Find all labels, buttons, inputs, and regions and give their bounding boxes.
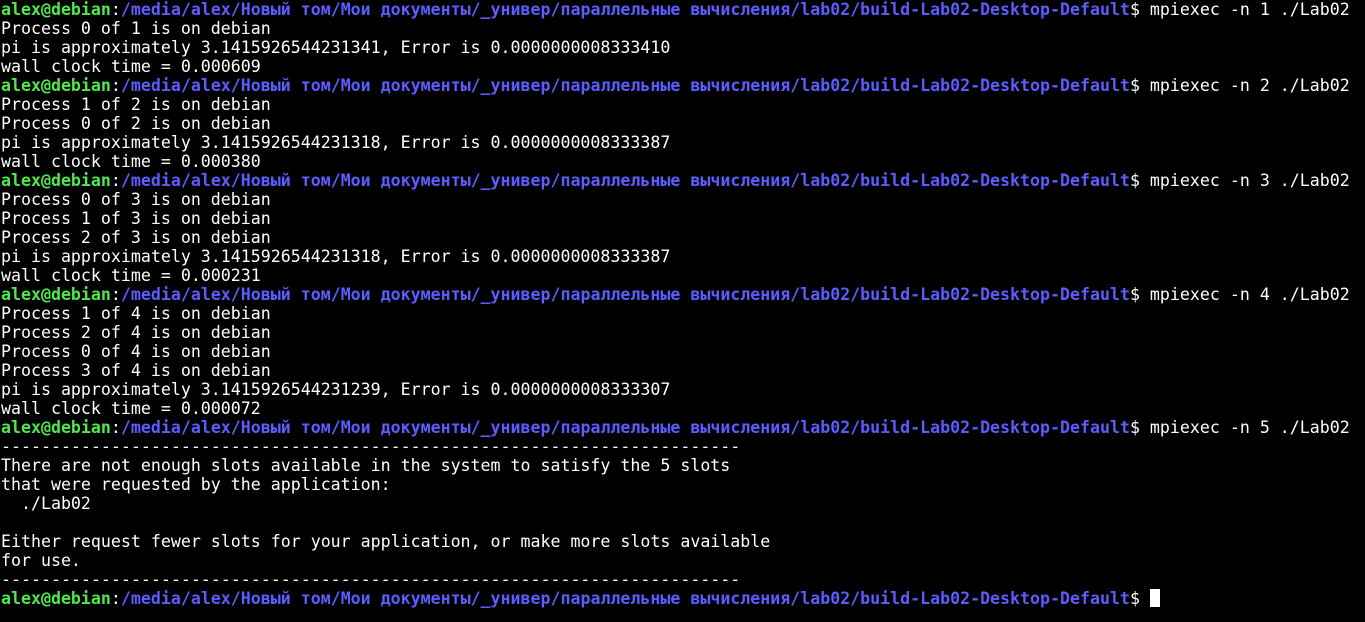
prompt-user-host: alex@debian	[1, 285, 111, 304]
output-line: ./Lab02	[1, 494, 1365, 513]
output-text: There are not enough slots available in …	[1, 456, 731, 475]
output-text: wall clock time = 0.000231	[1, 266, 261, 285]
output-line: Process 1 of 2 is on debian	[1, 95, 1365, 114]
output-text: wall clock time = 0.000380	[1, 152, 261, 171]
terminal-output[interactable]: alex@debian:/media/alex/Новый том/Мои до…	[1, 0, 1365, 622]
prompt-path: /media/alex/Новый том/Мои документы/_уни…	[120, 285, 1130, 304]
command-text: mpiexec -n 5 ./Lab02	[1149, 418, 1350, 437]
output-line: Process 2 of 3 is on debian	[1, 228, 1365, 247]
prompt-symbol: $	[1129, 0, 1150, 19]
prompt-user-host: alex@debian	[1, 171, 111, 190]
output-line: There are not enough slots available in …	[1, 456, 1365, 475]
output-text: Process 0 of 1 is on debian	[1, 19, 271, 38]
prompt-path: /media/alex/Новый том/Мои документы/_уни…	[120, 171, 1130, 190]
prompt-symbol: $	[1129, 285, 1150, 304]
output-text: that were requested by the application:	[1, 475, 391, 494]
output-line: Process 0 of 1 is on debian	[1, 19, 1365, 38]
output-text: Process 0 of 4 is on debian	[1, 342, 271, 361]
command-text: mpiexec -n 4 ./Lab02	[1149, 285, 1350, 304]
output-text: pi is approximately 3.1415926544231318, …	[1, 247, 671, 266]
output-line: pi is approximately 3.1415926544231318, …	[1, 247, 1365, 266]
output-text: Process 1 of 2 is on debian	[1, 95, 271, 114]
output-line: Process 1 of 3 is on debian	[1, 209, 1365, 228]
output-line: Process 2 of 4 is on debian	[1, 323, 1365, 342]
prompt-line: alex@debian:/media/alex/Новый том/Мои до…	[1, 0, 1365, 19]
output-text: Process 2 of 4 is on debian	[1, 323, 271, 342]
prompt-symbol: $	[1129, 171, 1150, 190]
prompt-path: /media/alex/Новый том/Мои документы/_уни…	[120, 589, 1130, 608]
command-text: mpiexec -n 2 ./Lab02	[1149, 76, 1350, 95]
output-line: Process 0 of 4 is on debian	[1, 342, 1365, 361]
output-text: wall clock time = 0.000072	[1, 399, 261, 418]
output-line: Process 1 of 4 is on debian	[1, 304, 1365, 323]
terminal-cursor[interactable]	[1149, 589, 1160, 607]
output-line: wall clock time = 0.000380	[1, 152, 1365, 171]
command-text: mpiexec -n 3 ./Lab02	[1149, 171, 1350, 190]
output-text: wall clock time = 0.000609	[1, 57, 261, 76]
output-line: for use.	[1, 551, 1365, 570]
output-line: ----------------------------------------…	[1, 570, 1365, 589]
output-line: Process 3 of 4 is on debian	[1, 361, 1365, 380]
prompt-user-host: alex@debian	[1, 0, 111, 19]
output-text: for use.	[1, 551, 81, 570]
prompt-colon: :	[110, 0, 121, 19]
output-line: ----------------------------------------…	[1, 437, 1365, 456]
prompt-colon: :	[110, 589, 121, 608]
prompt-line: alex@debian:/media/alex/Новый том/Мои до…	[1, 418, 1365, 437]
output-line: wall clock time = 0.000072	[1, 399, 1365, 418]
output-line: Either request fewer slots for your appl…	[1, 532, 1365, 551]
output-text: pi is approximately 3.1415926544231341, …	[1, 38, 671, 57]
output-line: wall clock time = 0.000609	[1, 57, 1365, 76]
output-text: pi is approximately 3.1415926544231318, …	[1, 133, 671, 152]
output-line: pi is approximately 3.1415926544231341, …	[1, 38, 1365, 57]
output-text: Process 1 of 3 is on debian	[1, 209, 271, 228]
output-text: Either request fewer slots for your appl…	[1, 532, 771, 551]
prompt-path: /media/alex/Новый том/Мои документы/_уни…	[120, 0, 1130, 19]
prompt-line: alex@debian:/media/alex/Новый том/Мои до…	[1, 285, 1365, 304]
prompt-colon: :	[110, 285, 121, 304]
output-text: Process 1 of 4 is on debian	[1, 304, 271, 323]
prompt-path: /media/alex/Новый том/Мои документы/_уни…	[120, 76, 1130, 95]
prompt-symbol: $	[1129, 418, 1150, 437]
prompt-user-host: alex@debian	[1, 589, 111, 608]
output-line: that were requested by the application:	[1, 475, 1365, 494]
prompt-user-host: alex@debian	[1, 418, 111, 437]
command-text: mpiexec -n 1 ./Lab02	[1149, 0, 1350, 19]
prompt-line: alex@debian:/media/alex/Новый том/Мои до…	[1, 171, 1365, 190]
prompt-line: alex@debian:/media/alex/Новый том/Мои до…	[1, 589, 1365, 608]
output-line: Process 0 of 3 is on debian	[1, 190, 1365, 209]
prompt-line: alex@debian:/media/alex/Новый том/Мои до…	[1, 76, 1365, 95]
output-text: ----------------------------------------…	[1, 437, 741, 456]
prompt-symbol: $	[1129, 76, 1150, 95]
output-text: ----------------------------------------…	[1, 570, 741, 589]
output-line: Process 0 of 2 is on debian	[1, 114, 1365, 133]
output-text: Process 3 of 4 is on debian	[1, 361, 271, 380]
output-line: pi is approximately 3.1415926544231239, …	[1, 380, 1365, 399]
output-text: Process 0 of 3 is on debian	[1, 190, 271, 209]
prompt-colon: :	[110, 171, 121, 190]
output-text: Process 0 of 2 is on debian	[1, 114, 271, 133]
prompt-colon: :	[110, 76, 121, 95]
output-text: ./Lab02	[1, 494, 91, 513]
prompt-user-host: alex@debian	[1, 76, 111, 95]
output-text: pi is approximately 3.1415926544231239, …	[1, 380, 671, 399]
prompt-symbol: $	[1129, 589, 1150, 608]
output-line: pi is approximately 3.1415926544231318, …	[1, 133, 1365, 152]
output-line: wall clock time = 0.000231	[1, 266, 1365, 285]
output-text: Process 2 of 3 is on debian	[1, 228, 271, 247]
prompt-path: /media/alex/Новый том/Мои документы/_уни…	[120, 418, 1130, 437]
prompt-colon: :	[110, 418, 121, 437]
